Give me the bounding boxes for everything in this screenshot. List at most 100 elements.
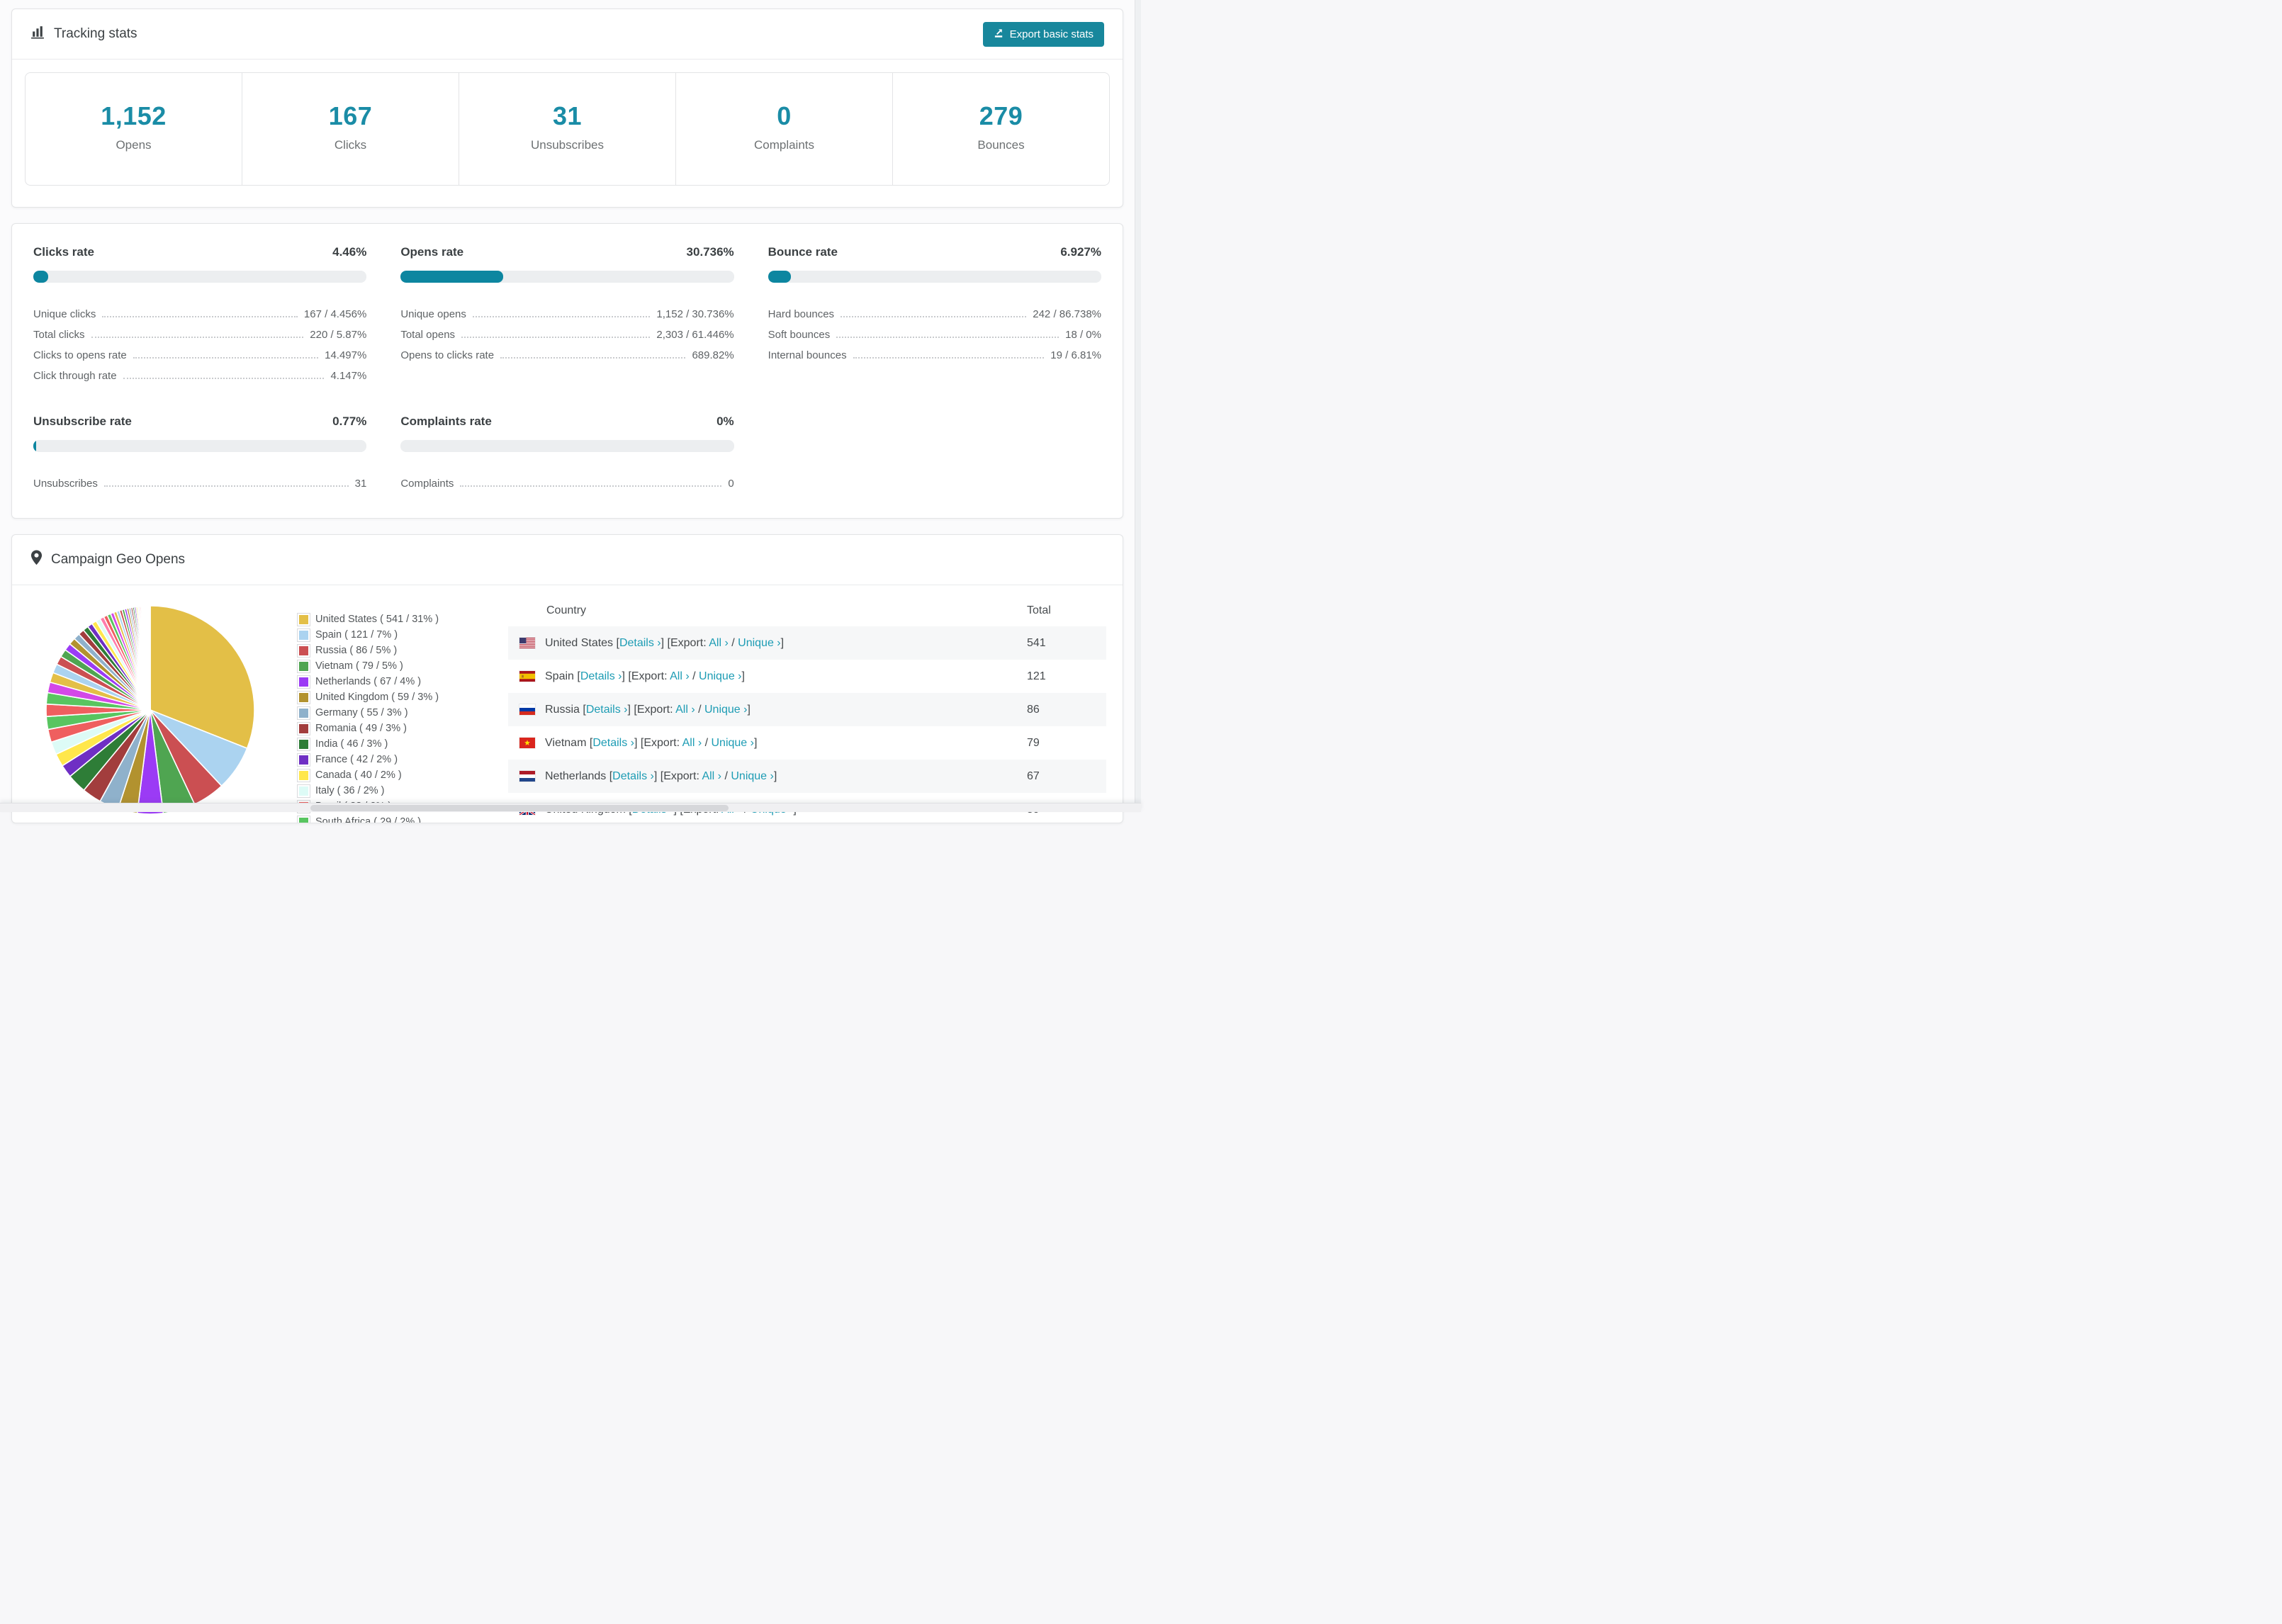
rate-stat-label: Soft bounces	[768, 329, 831, 341]
export-all-link[interactable]: All ›	[670, 670, 690, 682]
legend-label: Vietnam ( 79 / 5% )	[315, 660, 403, 672]
rate-stat-value: 19 / 6.81%	[1050, 349, 1101, 361]
total-column-header: Total	[1027, 604, 1051, 616]
legend-item-russia[interactable]: Russia ( 86 / 5% )	[297, 643, 473, 658]
country-cell: United States [Details ›] [Export: All ›…	[535, 637, 1027, 650]
country-cell: Vietnam [Details ›] [Export: All › / Uni…	[535, 737, 1027, 750]
rate-title: Unsubscribe rate	[33, 415, 132, 428]
rate-stat-label: Unsubscribes	[33, 478, 98, 490]
stat-value: 31	[552, 101, 583, 130]
legend-label: Canada ( 40 / 2% )	[315, 769, 402, 781]
rate-stat-row: Click through rate 4.147%	[33, 361, 366, 382]
geo-table-row-russia: Russia [Details ›] [Export: All › / Uniq…	[508, 693, 1106, 726]
export-unique-link[interactable]: Unique ›	[712, 737, 754, 749]
summary-stat-bounces: 279 Bounces	[892, 73, 1109, 185]
export-unique-link[interactable]: Unique ›	[704, 704, 747, 716]
legend-label: United States ( 541 / 31% )	[315, 614, 439, 625]
stat-label: Bounces	[977, 138, 1025, 152]
export-all-link[interactable]: All ›	[702, 770, 721, 782]
bracket: ] [	[627, 703, 637, 716]
stat-label: Opens	[116, 138, 152, 152]
export-icon	[994, 28, 1004, 41]
es-flag-icon	[519, 671, 535, 682]
rate-stat-row: Complaints 0	[400, 469, 734, 490]
details-link[interactable]: Details ›	[592, 737, 634, 749]
rate-panel-bounce-rate: Bounce rate 6.927% Hard bounces 242 / 86.73…	[768, 245, 1101, 382]
rate-title: Clicks rate	[33, 245, 94, 259]
legend-item-canada[interactable]: Canada ( 40 / 2% )	[297, 768, 473, 782]
export-basic-stats-button[interactable]: Export basic stats	[982, 21, 1104, 47]
horizontal-scrollbar-thumb[interactable]	[310, 805, 729, 811]
rate-progress-bar	[33, 440, 367, 452]
bracket: ] [	[634, 736, 644, 749]
geo-table: Country Total United States [Details ›] …	[508, 595, 1106, 823]
rate-value: 6.927%	[1060, 245, 1101, 259]
horizontal-scrollbar[interactable]	[0, 803, 1141, 812]
legend-item-south-africa[interactable]: South Africa ( 29 / 2% )	[297, 815, 473, 823]
legend-item-united-kingdom[interactable]: United Kingdom ( 59 / 3% )	[297, 690, 473, 704]
legend-item-united-states[interactable]: United States ( 541 / 31% )	[297, 612, 473, 626]
rate-stat-row: Hard bounces 242 / 86.738%	[768, 300, 1101, 320]
legend-swatch	[297, 768, 310, 782]
vertical-scrollbar[interactable]	[1135, 0, 1141, 812]
rate-stat-row: Unique clicks 167 / 4.456%	[33, 300, 366, 320]
legend-item-italy[interactable]: Italy ( 36 / 2% )	[297, 784, 473, 798]
total-cell: 541	[1027, 636, 1046, 649]
rate-panel-opens-rate: Opens rate 30.736% Unique opens 1,152 / 30.…	[400, 245, 734, 382]
map-pin-icon	[30, 550, 43, 570]
tracking-stats-header: Tracking stats	[30, 25, 137, 44]
rate-stat-value: 242 / 86.738%	[1033, 308, 1101, 320]
bracket: ]	[773, 769, 777, 782]
dotted-leader	[500, 357, 686, 359]
geo-table-row-united-states: United States [Details ›] [Export: All ›…	[508, 626, 1106, 660]
country-column-header: Country	[546, 604, 587, 616]
country-name: Vietnam	[545, 736, 590, 749]
stat-label: Unsubscribes	[531, 138, 604, 152]
details-link[interactable]: Details ›	[586, 704, 628, 716]
details-link[interactable]: Details ›	[619, 637, 661, 649]
rate-stat-row: Internal bounces 19 / 6.81%	[768, 341, 1101, 361]
page-title: Tracking stats	[54, 26, 137, 41]
export-unique-link[interactable]: Unique ›	[699, 670, 741, 682]
rate-stat-row: Opens to clicks rate 689.82%	[400, 341, 734, 361]
rate-stat-label: Total opens	[400, 329, 456, 341]
dotted-leader	[472, 316, 651, 317]
legend-item-vietnam[interactable]: Vietnam ( 79 / 5% )	[297, 659, 473, 673]
export-unique-link[interactable]: Unique ›	[731, 770, 773, 782]
legend-label: France ( 42 / 2% )	[315, 754, 398, 765]
legend-label: South Africa ( 29 / 2% )	[315, 816, 422, 823]
rate-stat-value: 0	[728, 478, 734, 490]
legend-item-germany[interactable]: Germany ( 55 / 3% )	[297, 706, 473, 720]
dotted-leader	[460, 485, 722, 487]
summary-stat-complaints: 0 Complaints	[675, 73, 892, 185]
stat-label: Complaints	[753, 138, 815, 152]
rate-panel-unsubscribe-rate: Unsubscribe rate 0.77% Unsubscribes 31	[33, 415, 367, 490]
rate-stat-label: Opens to clicks rate	[400, 349, 495, 361]
legend-item-france[interactable]: France ( 42 / 2% )	[297, 752, 473, 767]
legend-item-netherlands[interactable]: Netherlands ( 67 / 4% )	[297, 675, 473, 689]
legend-swatch	[297, 612, 310, 626]
rate-stat-label: Unique opens	[400, 308, 466, 320]
stat-value: 279	[979, 101, 1023, 130]
vn-flag-icon	[519, 738, 535, 748]
total-cell: 86	[1027, 703, 1040, 716]
separator: /	[728, 636, 738, 649]
rate-value: 30.736%	[686, 245, 734, 259]
export-all-link[interactable]: All ›	[675, 704, 695, 716]
rate-value: 0%	[716, 415, 734, 428]
legend-item-romania[interactable]: Romania ( 49 / 3% )	[297, 721, 473, 735]
legend-item-india[interactable]: India ( 46 / 3% )	[297, 737, 473, 751]
bar-chart-icon	[30, 25, 45, 44]
export-all-link[interactable]: All ›	[709, 637, 729, 649]
rate-stat-row: Total opens 2,303 / 61.446%	[400, 320, 734, 341]
legend-item-spain[interactable]: Spain ( 121 / 7% )	[297, 628, 473, 642]
rate-stat-row: Unsubscribes 31	[33, 469, 366, 490]
details-link[interactable]: Details ›	[612, 770, 654, 782]
rate-stat-label: Complaints	[400, 478, 454, 490]
summary-stat-clicks: 167 Clicks	[242, 73, 459, 185]
rate-stat-value: 18 / 0%	[1065, 329, 1101, 341]
export-all-link[interactable]: All ›	[682, 737, 702, 749]
legend-swatch	[297, 721, 310, 735]
export-unique-link[interactable]: Unique ›	[738, 637, 780, 649]
details-link[interactable]: Details ›	[580, 670, 622, 682]
